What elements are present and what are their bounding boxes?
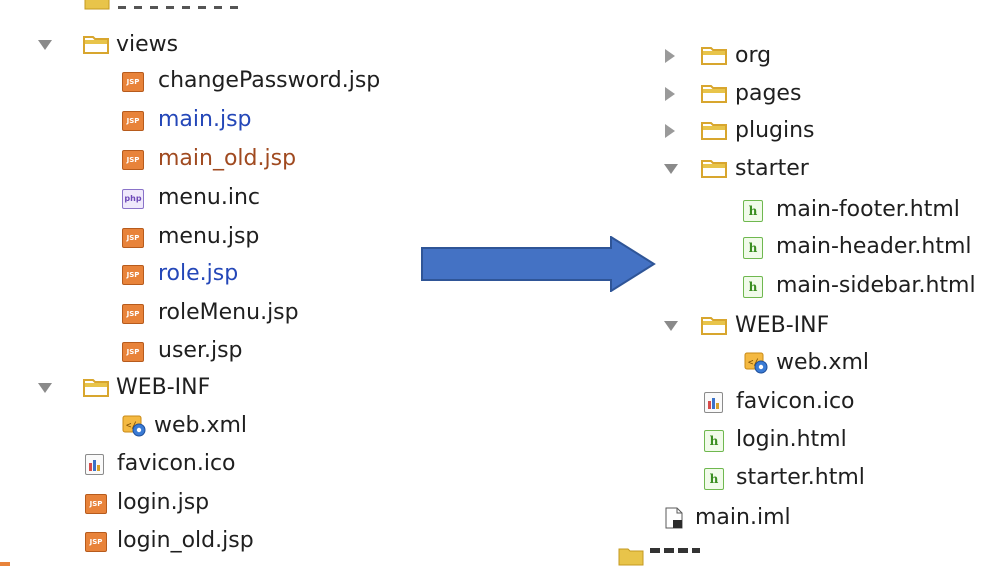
file-label: user.jsp: [158, 338, 243, 363]
file-label: menu.inc: [158, 185, 260, 210]
jsp-file-icon: JSP: [122, 304, 144, 324]
image-file-icon: [85, 454, 104, 475]
html-file-icon: h: [743, 276, 763, 298]
jsp-file-icon: JSP: [122, 265, 144, 285]
folder-label: starter: [735, 156, 809, 181]
file-label: role.jsp: [158, 261, 239, 286]
file-label: login_old.jsp: [117, 528, 254, 553]
html-file-icon: h: [704, 468, 724, 490]
file-label: favicon.ico: [117, 451, 236, 476]
file-label: main.iml: [695, 505, 791, 530]
file-label: changePassword.jsp: [158, 68, 381, 93]
clipped-folder-row: [618, 546, 708, 570]
folder-icon: [618, 548, 644, 566]
file-label: menu.jsp: [158, 224, 260, 249]
expand-arrow-icon[interactable]: [664, 321, 678, 331]
file-label: login.jsp: [117, 490, 210, 515]
folder-icon: [84, 0, 110, 10]
file-label: login.html: [736, 427, 847, 452]
folder-label: pages: [735, 81, 802, 106]
expand-arrow-icon[interactable]: [664, 164, 678, 174]
folder-label: org: [735, 43, 772, 68]
transition-arrow-icon: [421, 236, 656, 292]
jsp-file-icon: JSP: [122, 111, 144, 131]
folder-icon: [83, 36, 109, 54]
collapse-arrow-icon[interactable]: [665, 87, 675, 101]
xml-config-icon: </: [744, 352, 768, 374]
collapse-arrow-icon[interactable]: [665, 124, 675, 138]
folder-icon: [701, 317, 727, 335]
file-label: starter.html: [736, 465, 865, 490]
folder-icon: [701, 160, 727, 178]
expand-arrow-icon[interactable]: [38, 40, 52, 50]
jsp-file-icon: JSP: [122, 342, 144, 362]
file-label: main-sidebar.html: [776, 273, 976, 298]
folder-label: plugins: [735, 118, 815, 143]
collapse-arrow-icon[interactable]: [665, 49, 675, 63]
jsp-file-icon: JSP: [122, 228, 144, 248]
folder-label: WEB-INF: [116, 375, 211, 400]
clipped-folder-row: [84, 0, 244, 12]
clipped-mark: [0, 562, 10, 566]
file-label: favicon.ico: [736, 389, 855, 414]
folder-icon: [701, 122, 727, 140]
jsp-file-icon: JSP: [85, 494, 107, 514]
folder-label: views: [116, 32, 179, 57]
file-label: roleMenu.jsp: [158, 300, 299, 325]
html-file-icon: h: [704, 430, 724, 452]
jsp-file-icon: JSP: [122, 150, 144, 170]
expand-arrow-icon[interactable]: [38, 383, 52, 393]
file-label: main.jsp: [158, 107, 252, 132]
folder-label: WEB-INF: [735, 313, 830, 338]
file-label: main-footer.html: [776, 197, 960, 222]
file-label: web.xml: [154, 413, 248, 438]
jsp-file-icon: JSP: [122, 72, 144, 92]
php-file-icon: php: [122, 189, 144, 209]
html-file-icon: h: [743, 237, 763, 259]
folder-icon: [83, 379, 109, 397]
jsp-file-icon: JSP: [85, 532, 107, 552]
folder-icon: [701, 47, 727, 65]
file-label: web.xml: [776, 350, 870, 375]
file-label: main-header.html: [776, 234, 972, 259]
image-file-icon: [704, 392, 723, 413]
module-file-icon: [665, 507, 683, 529]
html-file-icon: h: [743, 200, 763, 222]
xml-config-icon: </: [122, 415, 146, 437]
folder-icon: [701, 85, 727, 103]
file-label: main_old.jsp: [158, 146, 297, 171]
